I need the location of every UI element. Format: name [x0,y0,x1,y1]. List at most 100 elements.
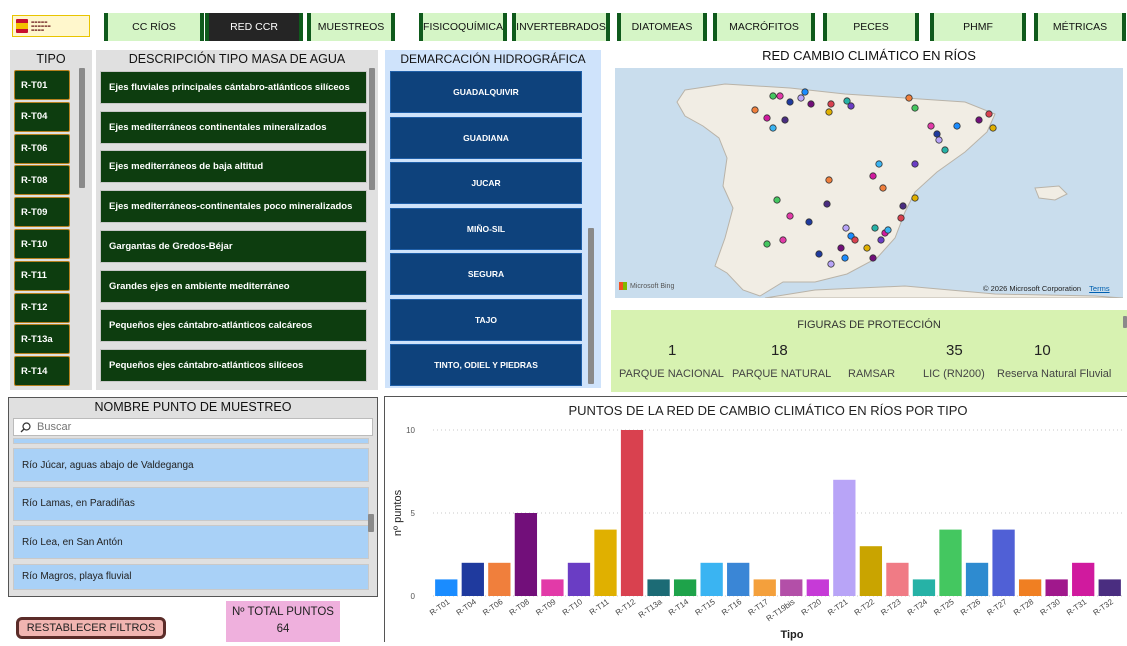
bar-R-T21[interactable] [833,479,856,596]
demarcacion-item[interactable]: TINTO, ODIEL Y PIEDRAS [390,344,582,386]
map-point[interactable] [899,202,907,210]
map-point[interactable] [779,236,787,244]
bar-R-T12[interactable] [620,430,644,596]
map-point[interactable] [815,250,823,258]
descripcion-item[interactable]: Pequeños ejes cántabro-atlánticos silíce… [100,348,367,382]
bar-R-T16[interactable] [727,562,750,596]
map-point[interactable] [786,98,794,106]
list-item[interactable]: Río Lea, en San Antón [13,525,369,559]
map-point[interactable] [877,236,885,244]
bar-R-T19bis[interactable] [780,579,803,596]
map-point[interactable] [911,160,919,168]
bar-R-T15[interactable] [700,562,723,596]
bar-R-T11[interactable] [594,529,617,596]
bar-R-T01[interactable] [435,579,458,596]
bar-R-T32[interactable] [1098,579,1121,596]
map-point[interactable] [769,92,777,100]
descripcion-item[interactable]: Gargantas de Gredos-Béjar [100,229,367,263]
reset-filters-button[interactable]: RESTABLECER FILTROS [16,617,166,639]
map-point[interactable] [776,92,784,100]
nav-tab-0[interactable]: CC RÍOS [104,13,204,41]
map-point[interactable] [851,236,859,244]
map-point[interactable] [989,124,997,132]
map-point[interactable] [807,100,815,108]
demarcacion-item[interactable]: SEGURA [390,253,582,295]
list-item[interactable]: Río Lamas, en Paradiñas [13,486,369,521]
nav-tab-3[interactable]: FISICOQUÍMICA [419,13,507,41]
tipo-item[interactable]: R-T13a [14,324,70,355]
bar-R-T26[interactable] [965,562,989,596]
descripcion-item[interactable]: Ejes mediterráneos continentales mineral… [100,110,367,144]
bar-R-T30[interactable] [1045,579,1068,596]
tipo-item[interactable]: R-T06 [14,133,70,164]
tipo-item[interactable]: R-T01 [14,70,70,100]
map-point[interactable] [975,116,983,124]
map-point[interactable] [869,172,877,180]
map-point[interactable] [797,94,805,102]
map-point[interactable] [841,254,849,262]
nav-tab-6[interactable]: MACRÓFITOS [713,13,815,41]
descripcion-item[interactable]: Ejes fluviales principales cántabro-atlá… [100,71,367,104]
bar-R-T31[interactable] [1072,562,1095,596]
map-point[interactable] [935,136,943,144]
figuras-scrollbar[interactable] [1123,316,1127,328]
bar-R-T27[interactable] [992,529,1015,596]
demarcacion-item[interactable]: GUADALQUIVIR [390,71,582,113]
map-point[interactable] [941,146,949,154]
map-point[interactable] [911,194,919,202]
descripcion-scrollbar[interactable] [369,68,375,190]
tipo-item[interactable]: R-T10 [14,229,70,259]
demarcacion-item[interactable]: TAJO [390,298,582,341]
bar-R-T28[interactable] [1018,579,1042,596]
search-input[interactable] [37,421,357,433]
tipo-item[interactable]: R-T14 [14,356,70,387]
descripcion-item[interactable]: Grandes ejes en ambiente mediterráneo [100,269,367,303]
tipo-item[interactable]: R-T11 [14,260,70,291]
list-item[interactable]: Río Júcar, aguas abajo de Valdeganga [13,448,369,482]
nav-tab-2[interactable]: MUESTREOS [307,13,395,41]
bar-R-T06[interactable] [488,562,511,596]
map-point[interactable] [842,224,850,232]
bar-R-T09[interactable] [541,579,564,596]
descripcion-item[interactable]: Ejes mediterráneos-continentales poco mi… [100,190,367,224]
nav-tab-7[interactable]: PECES [823,13,919,41]
tipo-item[interactable]: R-T08 [14,165,70,196]
map-point[interactable] [897,214,905,222]
map-point[interactable] [751,106,759,114]
map-point[interactable] [823,200,831,208]
map-point[interactable] [953,122,961,130]
map-point[interactable] [871,224,879,232]
map-point[interactable] [825,176,833,184]
bar-R-T17[interactable] [753,579,776,596]
nav-tab-1[interactable]: RED CCR [205,13,303,41]
demarcacion-item[interactable]: MIÑO-SIL [390,207,582,250]
descripcion-item[interactable]: Pequeños ejes cántabro-atlánticos calcár… [100,309,367,343]
map-point[interactable] [786,212,794,220]
map-point[interactable] [911,104,919,112]
spain-map[interactable]: Microsoft Bing © 2026 Microsoft Corporat… [615,68,1123,298]
map-point[interactable] [884,226,892,234]
list-item[interactable]: Río Magros, playa fluvial [13,563,369,590]
map-point[interactable] [827,260,835,268]
tipo-item[interactable]: R-T04 [14,101,70,132]
map-point[interactable] [933,130,941,138]
map-point[interactable] [927,122,935,130]
map-point[interactable] [869,254,877,262]
bar-R-T24[interactable] [912,579,936,596]
demarcacion-scrollbar[interactable] [588,228,594,384]
list-item-partial[interactable] [13,438,369,444]
map-point[interactable] [825,108,833,116]
map-point[interactable] [863,244,871,252]
nombre-scrollbar[interactable] [368,514,374,532]
map-point[interactable] [769,124,777,132]
map-point[interactable] [879,184,887,192]
bar-R-T25[interactable] [939,529,962,596]
map-point[interactable] [763,240,771,248]
map-point[interactable] [847,102,855,110]
map-point[interactable] [763,114,771,122]
nav-tab-5[interactable]: DIATOMEAS [617,13,707,41]
tipo-item[interactable]: R-T09 [14,197,70,228]
map-point[interactable] [801,88,809,96]
map-point[interactable] [875,160,883,168]
nav-tab-4[interactable]: INVERTEBRADOS [512,13,610,41]
